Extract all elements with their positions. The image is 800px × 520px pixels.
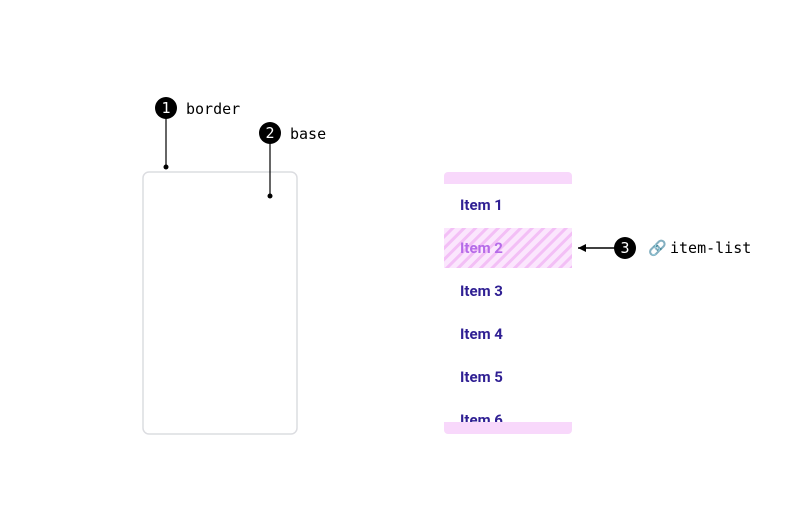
list-item[interactable]: Item 1 <box>460 196 503 214</box>
annotation-number: 2 <box>265 124 274 142</box>
annotation-label: border <box>186 100 240 118</box>
card-base <box>149 178 291 428</box>
list-item[interactable]: Item 2 <box>460 239 503 257</box>
annotation-number: 3 <box>620 239 629 257</box>
annotation-label: item-list <box>670 239 751 257</box>
list-item[interactable]: Item 3 <box>460 282 503 300</box>
annotation-item-list: 3 🔗 item-list <box>578 237 751 259</box>
link-icon: 🔗 <box>648 238 667 257</box>
list-item[interactable]: Item 5 <box>460 368 503 386</box>
annotation-border: 1 border <box>155 97 240 170</box>
card-empty <box>143 172 297 434</box>
list-item[interactable]: Item 4 <box>460 325 503 343</box>
panel-body <box>444 184 572 422</box>
annotation-number: 1 <box>161 99 170 117</box>
item-list-panel: Item 1 Item 2 Item 3 Item 4 Item 5 Item … <box>444 172 572 434</box>
annotation-label: base <box>290 125 326 143</box>
